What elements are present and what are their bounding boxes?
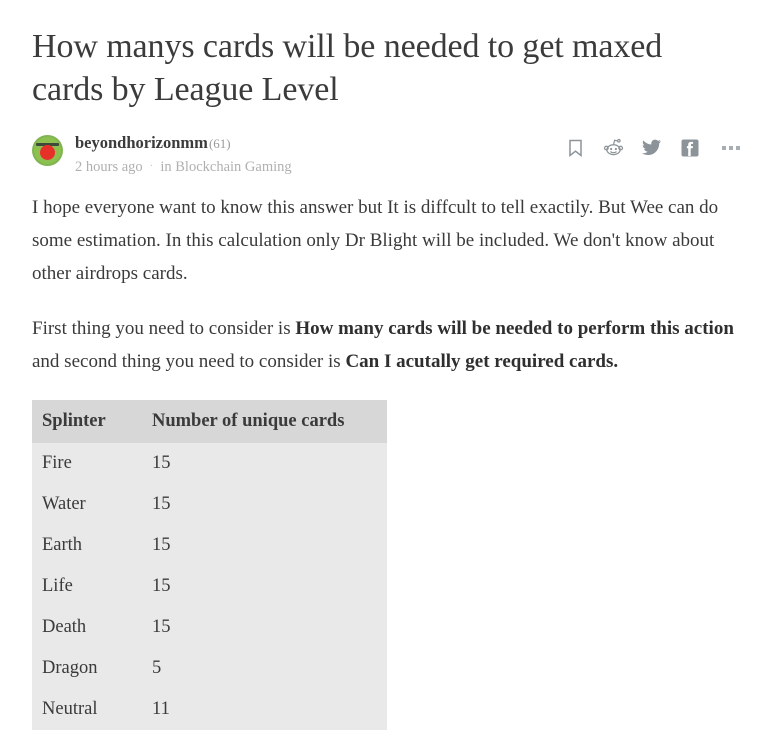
cell-count: 15	[142, 483, 387, 525]
byline-meta-line: 2 hours ago · in Blockchain Gaming	[75, 157, 292, 176]
author-reputation: (61)	[208, 135, 231, 151]
cell-splinter: Death	[32, 606, 142, 648]
table-row: Neutral 11	[32, 688, 387, 730]
body-paragraph-1: I hope everyone want to know this answer…	[32, 196, 719, 284]
table-body: Fire 15 Water 15 Earth 15 Life 15 Death …	[32, 442, 387, 730]
post-timestamp: 2 hours ago	[75, 158, 143, 175]
byline-author-line: beyondhorizonmm(61)	[75, 133, 292, 154]
byline-text: beyondhorizonmm(61) 2 hours ago · in Block…	[75, 133, 292, 176]
avatar-dot	[40, 144, 55, 160]
cell-count: 15	[142, 606, 387, 648]
reddit-icon[interactable]	[604, 138, 623, 157]
more-options-icon[interactable]	[722, 145, 740, 150]
column-header-splinter: Splinter	[32, 399, 142, 443]
cell-splinter: Neutral	[32, 688, 142, 730]
more-dot	[736, 145, 740, 150]
table-row: Dragon 5	[32, 647, 387, 689]
paragraph2-bold2: Can I acutally get required cards.	[345, 350, 619, 372]
cell-splinter: Life	[32, 565, 142, 607]
bookmark-icon[interactable]	[566, 138, 585, 157]
cell-count: 15	[142, 442, 387, 484]
cell-splinter: Water	[32, 483, 142, 525]
table-row: Death 15	[32, 606, 387, 648]
avatar[interactable]	[32, 134, 63, 166]
facebook-icon[interactable]	[680, 138, 699, 157]
table-row: Earth 15	[32, 524, 387, 566]
table-head: Splinter Number of unique cards	[32, 399, 387, 443]
table-row: Fire 15	[32, 442, 387, 484]
page-title: How manys cards will be needed to get ma…	[32, 28, 663, 108]
cell-splinter: Fire	[32, 442, 142, 484]
author-name[interactable]: beyondhorizonmm	[75, 133, 208, 152]
more-dot	[729, 145, 733, 150]
twitter-icon[interactable]	[642, 138, 661, 157]
table-row: Water 15	[32, 483, 387, 525]
cell-count: 15	[142, 524, 387, 566]
cell-splinter: Dragon	[32, 647, 142, 689]
column-header-count: Number of unique cards	[142, 399, 387, 443]
paragraph2-part2: and second thing you need to consider is	[32, 350, 346, 372]
splinter-cards-table: Splinter Number of unique cards Fire 15 …	[32, 399, 387, 730]
cell-splinter: Earth	[32, 524, 142, 566]
paragraph2-bold1: How many cards will be needed to perform…	[295, 317, 734, 339]
post-action-bar	[566, 138, 740, 157]
paragraph2-part1: First thing you need to consider is	[32, 317, 296, 339]
table-row: Life 15	[32, 565, 387, 607]
meta-separator: ·	[149, 159, 154, 172]
cell-count: 5	[142, 647, 387, 689]
post-body: I hope everyone want to know this answer…	[32, 191, 736, 378]
more-dot	[722, 145, 726, 150]
post-page: How manys cards will be needed to get ma…	[0, 0, 768, 730]
community-link[interactable]: in Blockchain Gaming	[160, 159, 291, 175]
cell-count: 11	[142, 688, 387, 730]
body-paragraph-2: First thing you need to consider is How …	[32, 312, 736, 378]
cell-count: 15	[142, 565, 387, 607]
table-header-row: Splinter Number of unique cards	[32, 399, 387, 443]
